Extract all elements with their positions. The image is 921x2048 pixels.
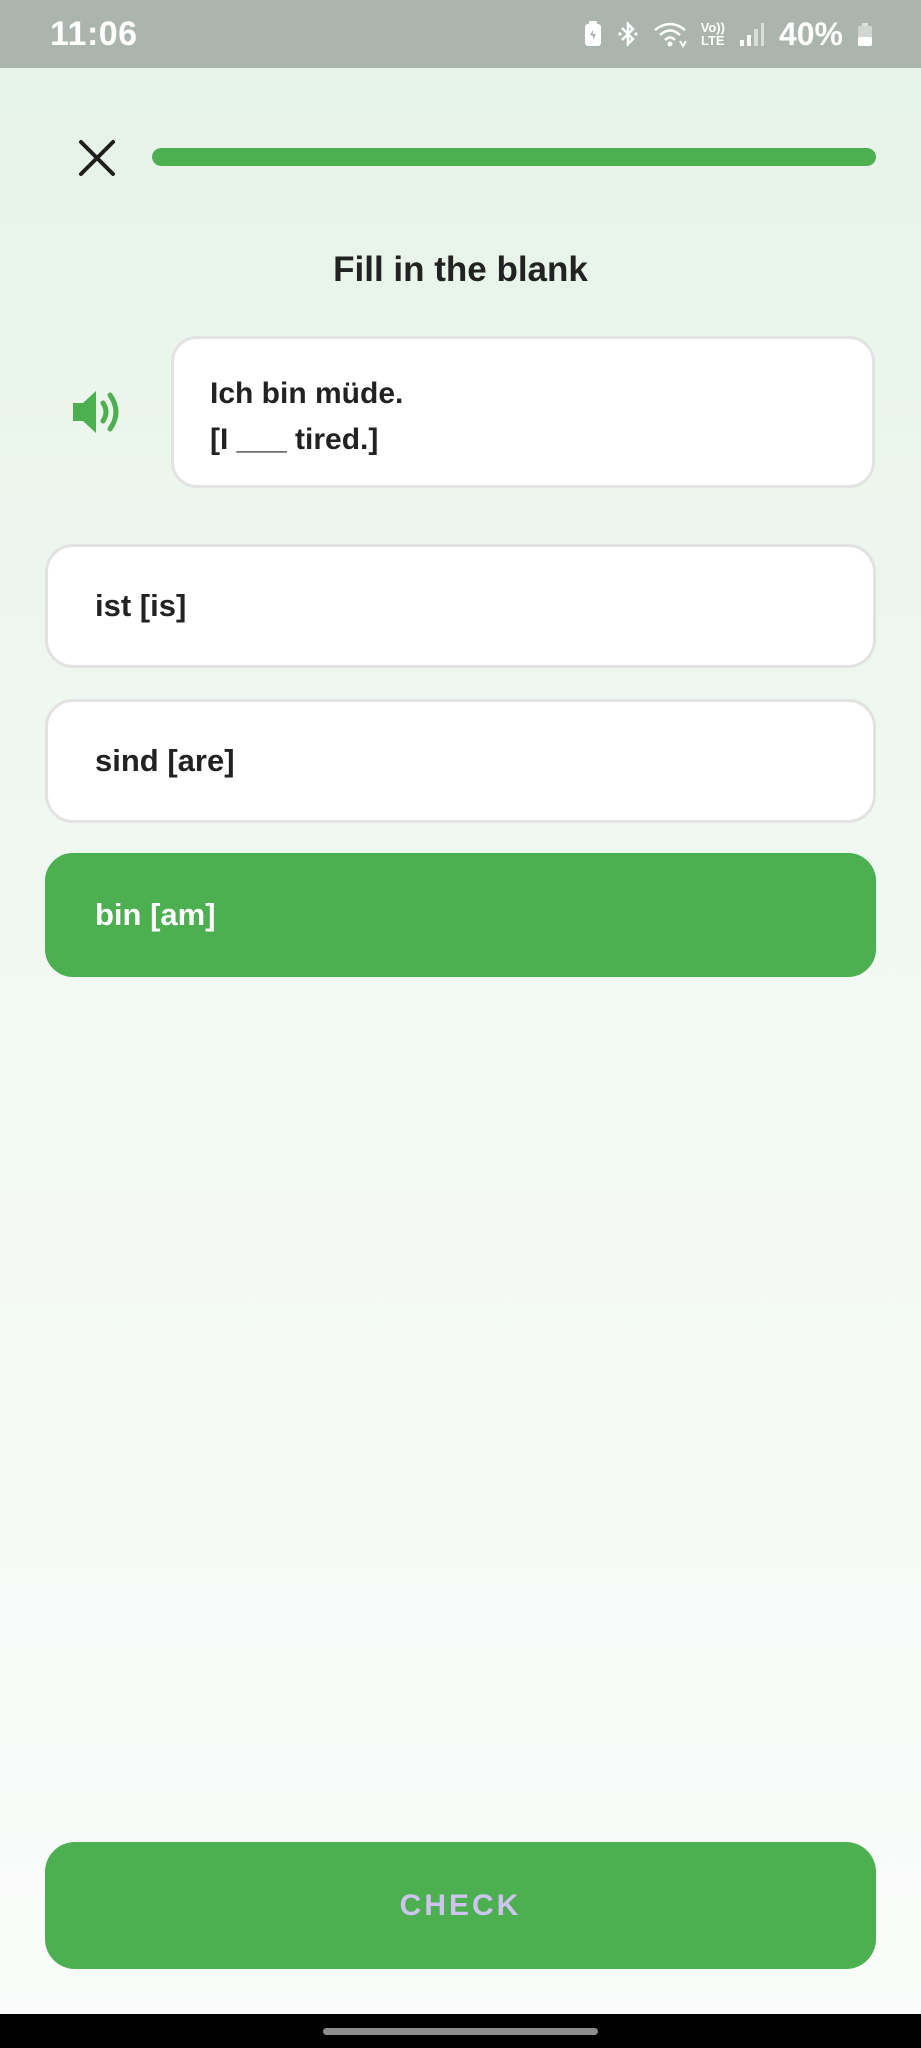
battery-percent: 40% [778,15,843,52]
signal-icon [739,20,765,48]
home-gesture-handle[interactable] [323,2028,598,2035]
status-bar: 11:06 Vo)) LTE 40% [0,0,921,68]
close-button[interactable] [72,133,122,183]
progress-fill [152,148,876,166]
wifi-icon [653,20,687,48]
bluetooth-icon [617,20,639,48]
sentence-card: Ich bin müde. [I ___ tired.] [171,336,875,488]
lte-label: LTE [701,33,725,48]
status-time: 11:06 [50,14,138,53]
answer-option-bin[interactable]: bin [am] [45,853,876,977]
exercise-title: Fill in the blank [333,250,588,289]
sentence-translation: [I ___ tired.] [210,423,379,456]
battery-icon [857,20,873,48]
volte-indicator: Vo)) LTE [701,21,725,47]
speaker-icon [73,391,119,433]
close-icon [79,140,115,176]
status-icons: Vo)) LTE 40% [583,16,873,53]
answer-option-ist[interactable]: ist [is] [45,544,876,668]
check-button[interactable]: CHECK [45,1842,876,1969]
battery-saver-icon [583,20,603,48]
system-nav-bar [0,2014,921,2048]
progress-bar [152,148,876,166]
answer-option-sind[interactable]: sind [are] [45,699,876,823]
sentence-german: Ich bin müde. [210,377,404,410]
play-audio-button[interactable] [66,380,130,444]
